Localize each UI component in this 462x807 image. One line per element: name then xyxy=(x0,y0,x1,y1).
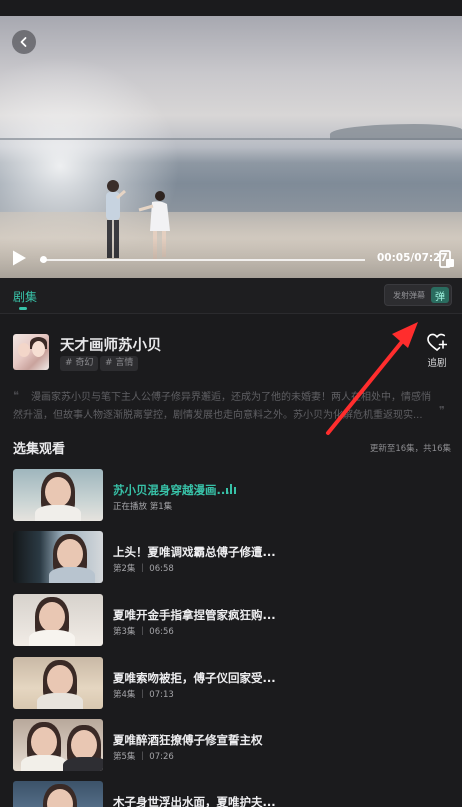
episode-thumbnail xyxy=(13,781,103,807)
progress-handle[interactable] xyxy=(39,256,47,263)
episode-item-2[interactable]: 上头！夏唯调戏霸总傅子修遭... 第2集 ｜ 06:58 xyxy=(0,531,462,583)
play-icon[interactable] xyxy=(10,249,28,267)
follow-label: 追剧 xyxy=(427,358,447,369)
tab-bar: 剧集 发射弹幕 弹 xyxy=(0,278,462,314)
now-playing-icon xyxy=(226,484,236,494)
episode-title: 夏唯醉酒狂撩傅子修宣誓主权 xyxy=(113,733,263,747)
episode-meta: 第4集 ｜ 07:13 xyxy=(113,690,174,700)
playback-time: 00:05/07:27 xyxy=(377,252,448,264)
episode-title: 夏唯开金手指拿捏管家疯狂购... xyxy=(113,608,276,622)
episode-meta: 正在播放 第1集 xyxy=(113,502,173,512)
show-title: 天才画师苏小贝 xyxy=(60,338,162,354)
danmu-toggle-button[interactable]: 弹 xyxy=(431,287,449,303)
back-button[interactable] xyxy=(12,30,36,54)
tab-episodes[interactable]: 剧集 xyxy=(13,288,37,305)
episode-thumbnail xyxy=(13,531,103,583)
chevron-left-icon xyxy=(20,37,27,47)
status-bar xyxy=(0,0,462,16)
episode-thumbnail xyxy=(13,594,103,646)
episode-title: 夏唯索吻被拒，傅子仪回家受... xyxy=(113,671,276,685)
episode-thumbnail xyxy=(13,657,103,709)
heart-plus-icon xyxy=(427,333,447,351)
episode-thumbnail xyxy=(13,469,103,521)
episode-item-5[interactable]: 夏唯醉酒狂撩傅子修宣誓主权 第5集 ｜ 07:26 xyxy=(0,719,462,771)
episode-thumbnail xyxy=(13,719,103,771)
horizon-line xyxy=(0,138,462,140)
episode-title: 木子身世浮出水面，夏唯护夫... xyxy=(113,795,276,807)
episode-item-3[interactable]: 夏唯开金手指拿捏管家疯狂购... 第3集 ｜ 06:56 xyxy=(0,594,462,646)
episode-item-6[interactable]: 木子身世浮出水面，夏唯护夫... xyxy=(0,781,462,807)
tab-indicator xyxy=(19,307,27,310)
progress-bar[interactable] xyxy=(40,259,365,261)
danmu-input[interactable]: 发射弹幕 弹 xyxy=(384,284,452,306)
tag-romance[interactable]: # 言情 xyxy=(100,356,139,371)
follow-button[interactable]: 追剧 xyxy=(423,333,451,369)
episode-meta: 第3集 ｜ 06:56 xyxy=(113,627,174,637)
danmu-placeholder: 发射弹幕 xyxy=(393,291,425,300)
episodes-section-title: 选集观看 xyxy=(13,442,66,457)
show-synopsis: 漫画家苏小贝与笔下主人公傅子修异界邂逅，还成为了他的未婚妻！两人在相处中，情感悄… xyxy=(13,389,439,425)
update-status: 更新至16集，共16集 xyxy=(369,444,451,454)
synopsis-text: 漫画家苏小贝与笔下主人公傅子修异界邂逅，还成为了他的未婚妻！两人在相处中，情感悄… xyxy=(13,392,431,421)
episode-item-4[interactable]: 夏唯索吻被拒，傅子仪回家受... 第4集 ｜ 07:13 xyxy=(0,657,462,709)
quote-close-icon: ❞ xyxy=(439,404,445,417)
episode-meta: 第2集 ｜ 06:58 xyxy=(113,564,174,574)
video-player[interactable]: 00:05/07:27 xyxy=(0,16,462,278)
episode-item-1[interactable]: 苏小贝混身穿越漫画... 正在播放 第1集 xyxy=(0,469,462,521)
show-poster xyxy=(13,334,49,370)
episode-title: 苏小贝混身穿越漫画... xyxy=(113,483,230,497)
tag-fantasy[interactable]: # 奇幻 xyxy=(60,356,99,371)
episode-title: 上头！夏唯调戏霸总傅子修遭... xyxy=(113,545,276,559)
episode-meta: 第5集 ｜ 07:26 xyxy=(113,752,174,762)
fullscreen-icon[interactable] xyxy=(439,250,455,268)
